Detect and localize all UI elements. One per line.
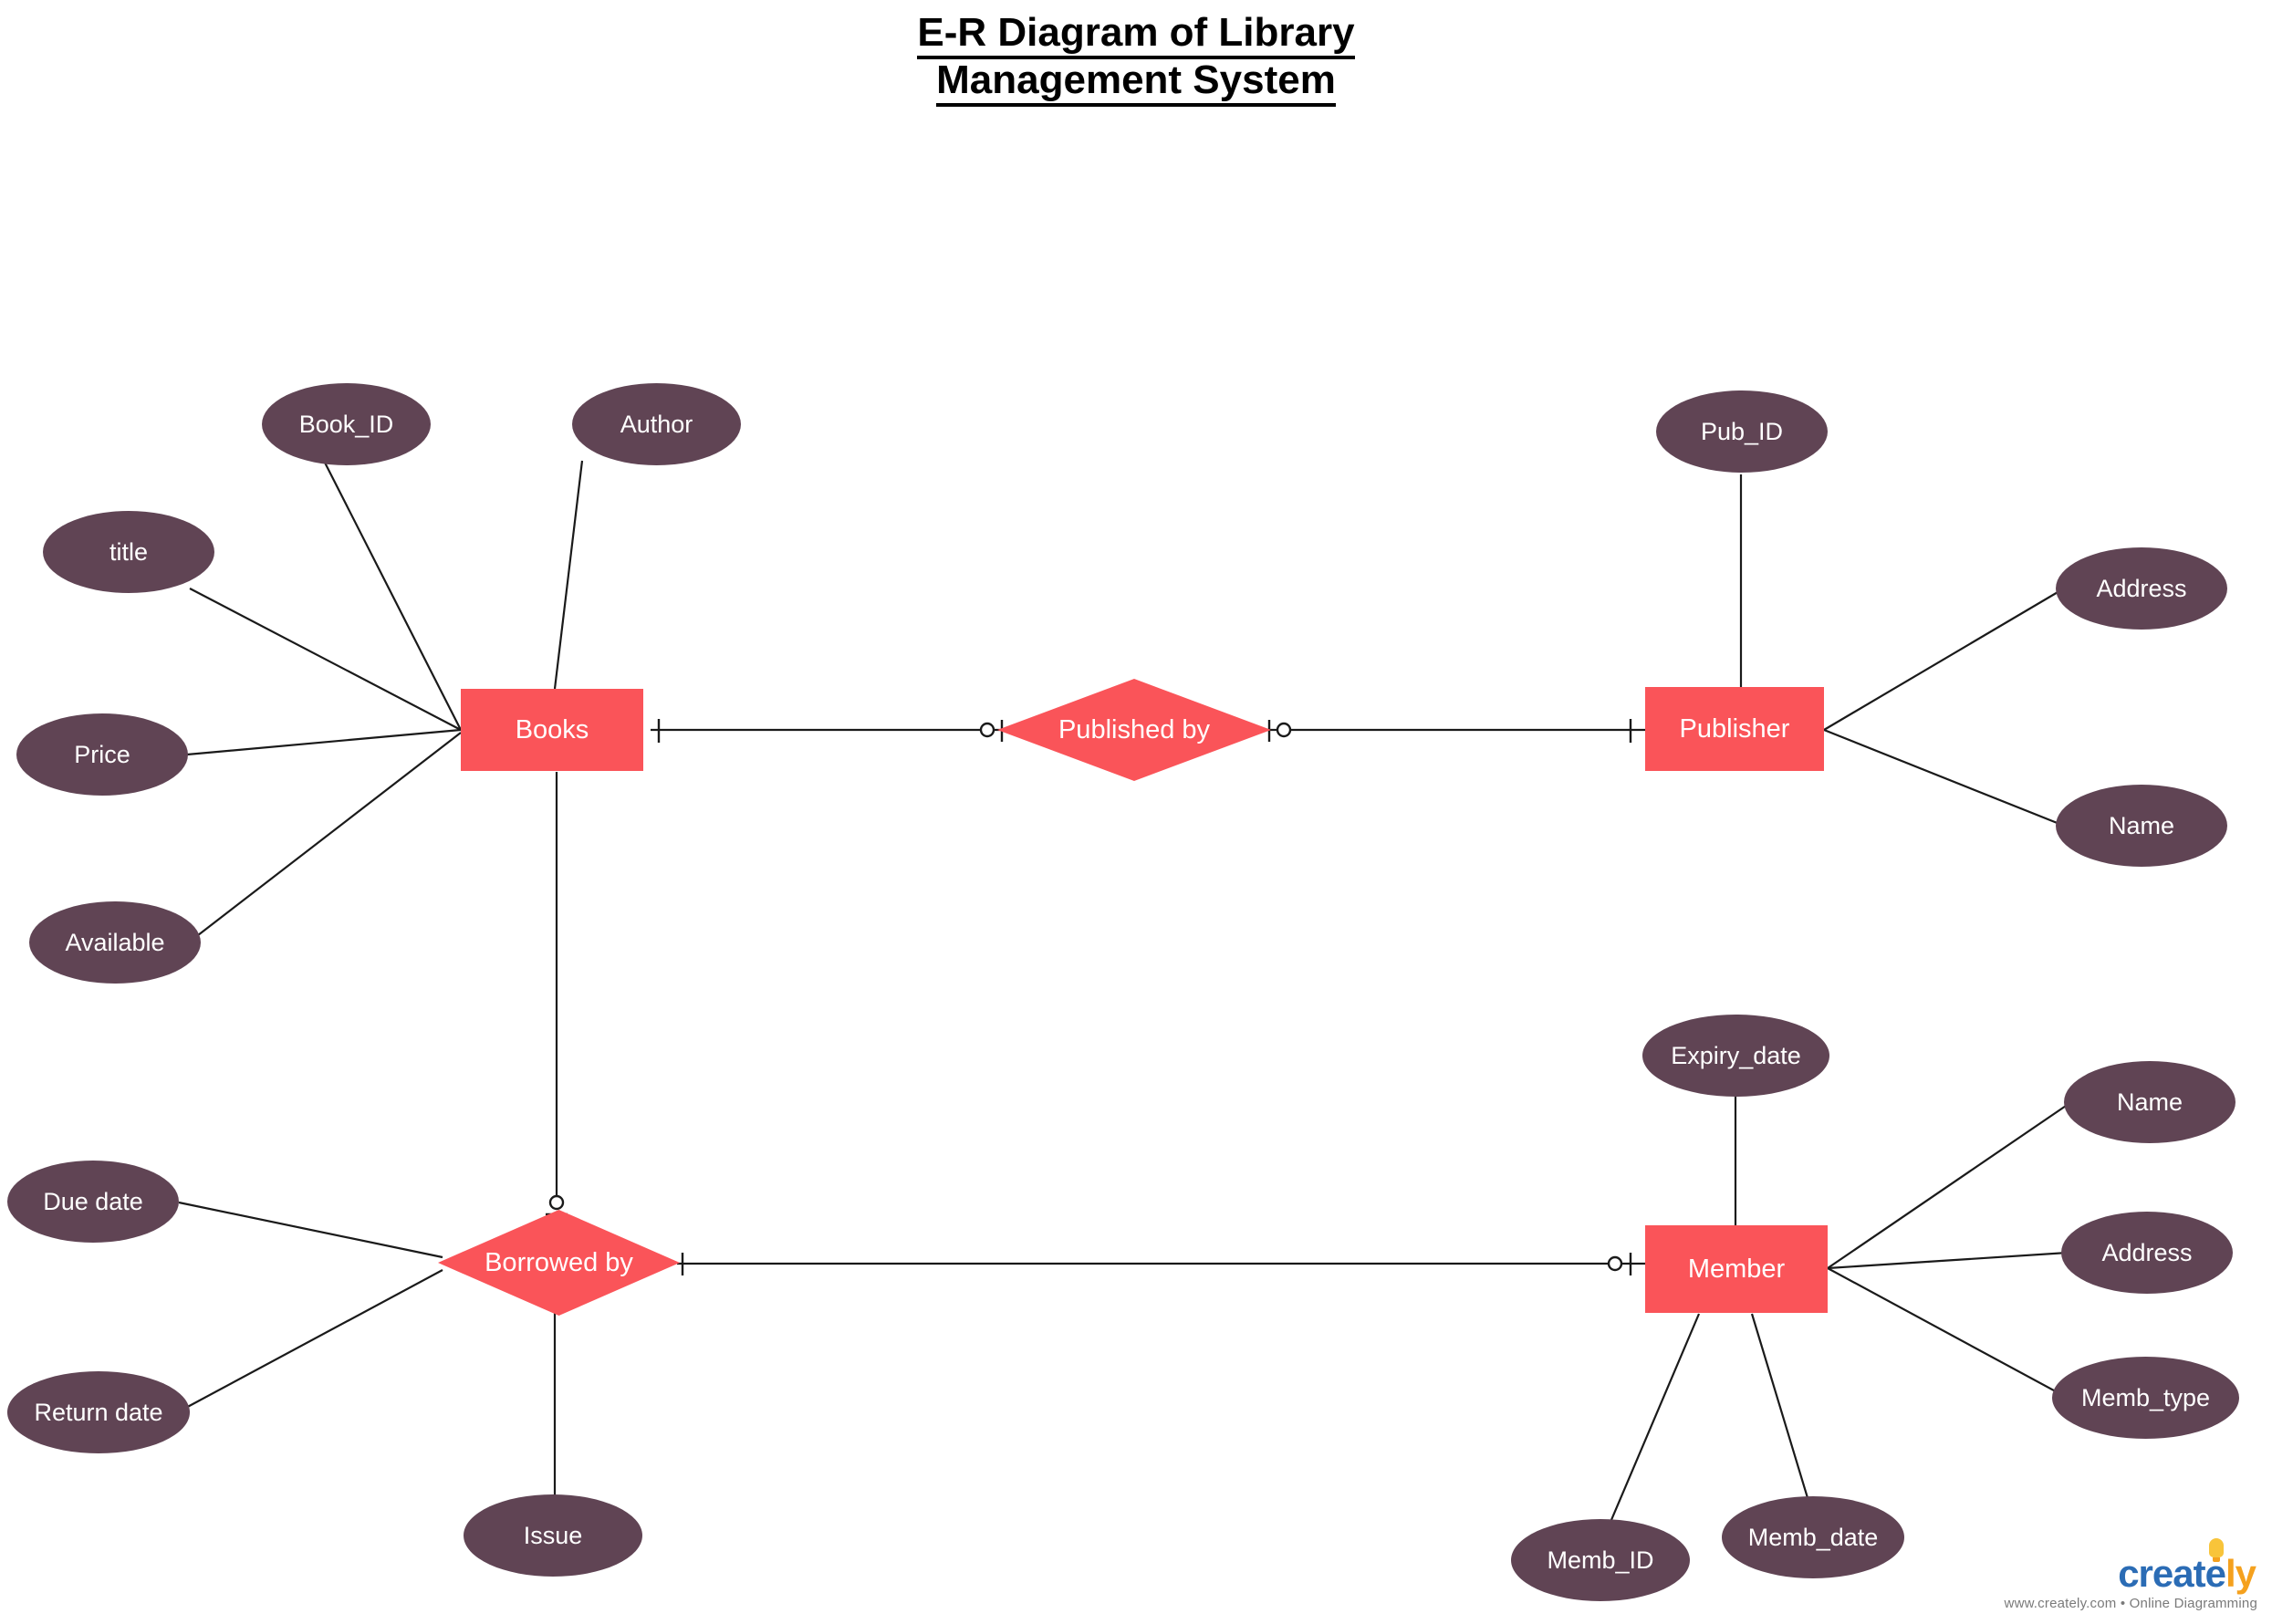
attribute-due-date[interactable]: Due date <box>7 1161 179 1243</box>
attribute-issue-label: Issue <box>523 1521 583 1549</box>
relationship-borrowed-by[interactable]: Borrowed by <box>438 1210 680 1316</box>
attribute-expiry-date-label: Expiry_date <box>1671 1041 1801 1069</box>
attribute-member-address-label: Address <box>2101 1238 2193 1266</box>
entity-publisher[interactable]: Publisher <box>1645 687 1824 771</box>
marker-zero-member-left <box>1607 1255 1623 1272</box>
attribute-member-name-label: Name <box>2116 1088 2183 1116</box>
attribute-publisher-name[interactable]: Name <box>2056 785 2227 867</box>
attribute-memb-id-label: Memb_ID <box>1547 1546 1654 1574</box>
attribute-memb-date[interactable]: Memb_date <box>1722 1496 1904 1578</box>
edge-due_date-borrowed_by <box>178 1201 443 1259</box>
edge-author-books <box>553 460 584 690</box>
edge-available-books <box>189 732 462 942</box>
attribute-pub-id-label: Pub_ID <box>1700 417 1784 445</box>
attribute-author[interactable]: Author <box>572 383 741 465</box>
attribute-member-name[interactable]: Name <box>2064 1061 2236 1143</box>
attribute-memb-type-label: Memb_type <box>2080 1383 2211 1411</box>
marker-zero-borrowed_by-top <box>548 1194 565 1211</box>
attribute-memb-date-label: Memb_date <box>1747 1523 1879 1551</box>
attribute-publisher-address[interactable]: Address <box>2056 547 2227 630</box>
attribute-memb-type[interactable]: Memb_type <box>2052 1357 2239 1439</box>
edge-mem_name-member <box>1827 1101 2072 1269</box>
attribute-pub-id[interactable]: Pub_ID <box>1656 390 1828 473</box>
entity-books[interactable]: Books <box>461 689 643 771</box>
edge-book_id-books <box>323 460 462 731</box>
connector-layer <box>178 460 2072 1534</box>
marker-zero-published_by-right <box>1276 722 1292 738</box>
relationship-published-by-label: Published by <box>1058 714 1211 744</box>
edge-title-books <box>189 588 462 731</box>
edge-return_date-borrowed_by <box>182 1269 443 1411</box>
edge-memb_id-member <box>1604 1313 1701 1534</box>
edge-memb_type-member <box>1827 1267 2065 1397</box>
attribute-author-label: Author <box>620 410 693 438</box>
entity-publisher-label: Publisher <box>1679 713 1790 744</box>
entity-books-label: Books <box>515 714 589 744</box>
edge-mem_address-member <box>1827 1251 2069 1270</box>
attribute-issue[interactable]: Issue <box>464 1494 642 1577</box>
edge-price-books <box>186 728 462 756</box>
attribute-title-label: title <box>109 537 149 566</box>
er-diagram-canvas: E-R Diagram of Library Management System <box>0 0 2272 1624</box>
edge-pub_address-publisher <box>1823 588 2065 731</box>
relationship-published-by[interactable]: Published by <box>997 679 1271 781</box>
attribute-title[interactable]: title <box>43 511 214 593</box>
attribute-expiry-date[interactable]: Expiry_date <box>1642 1015 1829 1097</box>
attribute-memb-id[interactable]: Memb_ID <box>1511 1519 1690 1601</box>
attribute-return-date-label: Return date <box>34 1398 163 1426</box>
entity-member[interactable]: Member <box>1645 1225 1828 1313</box>
attribute-price-label: Price <box>74 740 130 768</box>
attribute-return-date[interactable]: Return date <box>7 1371 190 1453</box>
marker-zero-published_by-left <box>979 722 995 738</box>
attribute-book-id[interactable]: Book_ID <box>262 383 431 465</box>
attribute-available[interactable]: Available <box>29 901 201 984</box>
relationship-borrowed-by-label: Borrowed by <box>485 1247 633 1277</box>
attribute-price[interactable]: Price <box>16 713 188 796</box>
attribute-publisher-name-label: Name <box>2108 811 2175 839</box>
attribute-book-id-label: Book_ID <box>298 410 394 438</box>
attribute-due-date-label: Due date <box>43 1187 143 1215</box>
attribute-member-address[interactable]: Address <box>2061 1212 2233 1294</box>
attribute-publisher-address-label: Address <box>2096 574 2187 602</box>
attribute-available-label: Available <box>65 928 165 956</box>
edge-pub_name-publisher <box>1823 728 2065 828</box>
edge-memb_date-member <box>1750 1313 1813 1511</box>
entity-member-label: Member <box>1687 1254 1786 1284</box>
